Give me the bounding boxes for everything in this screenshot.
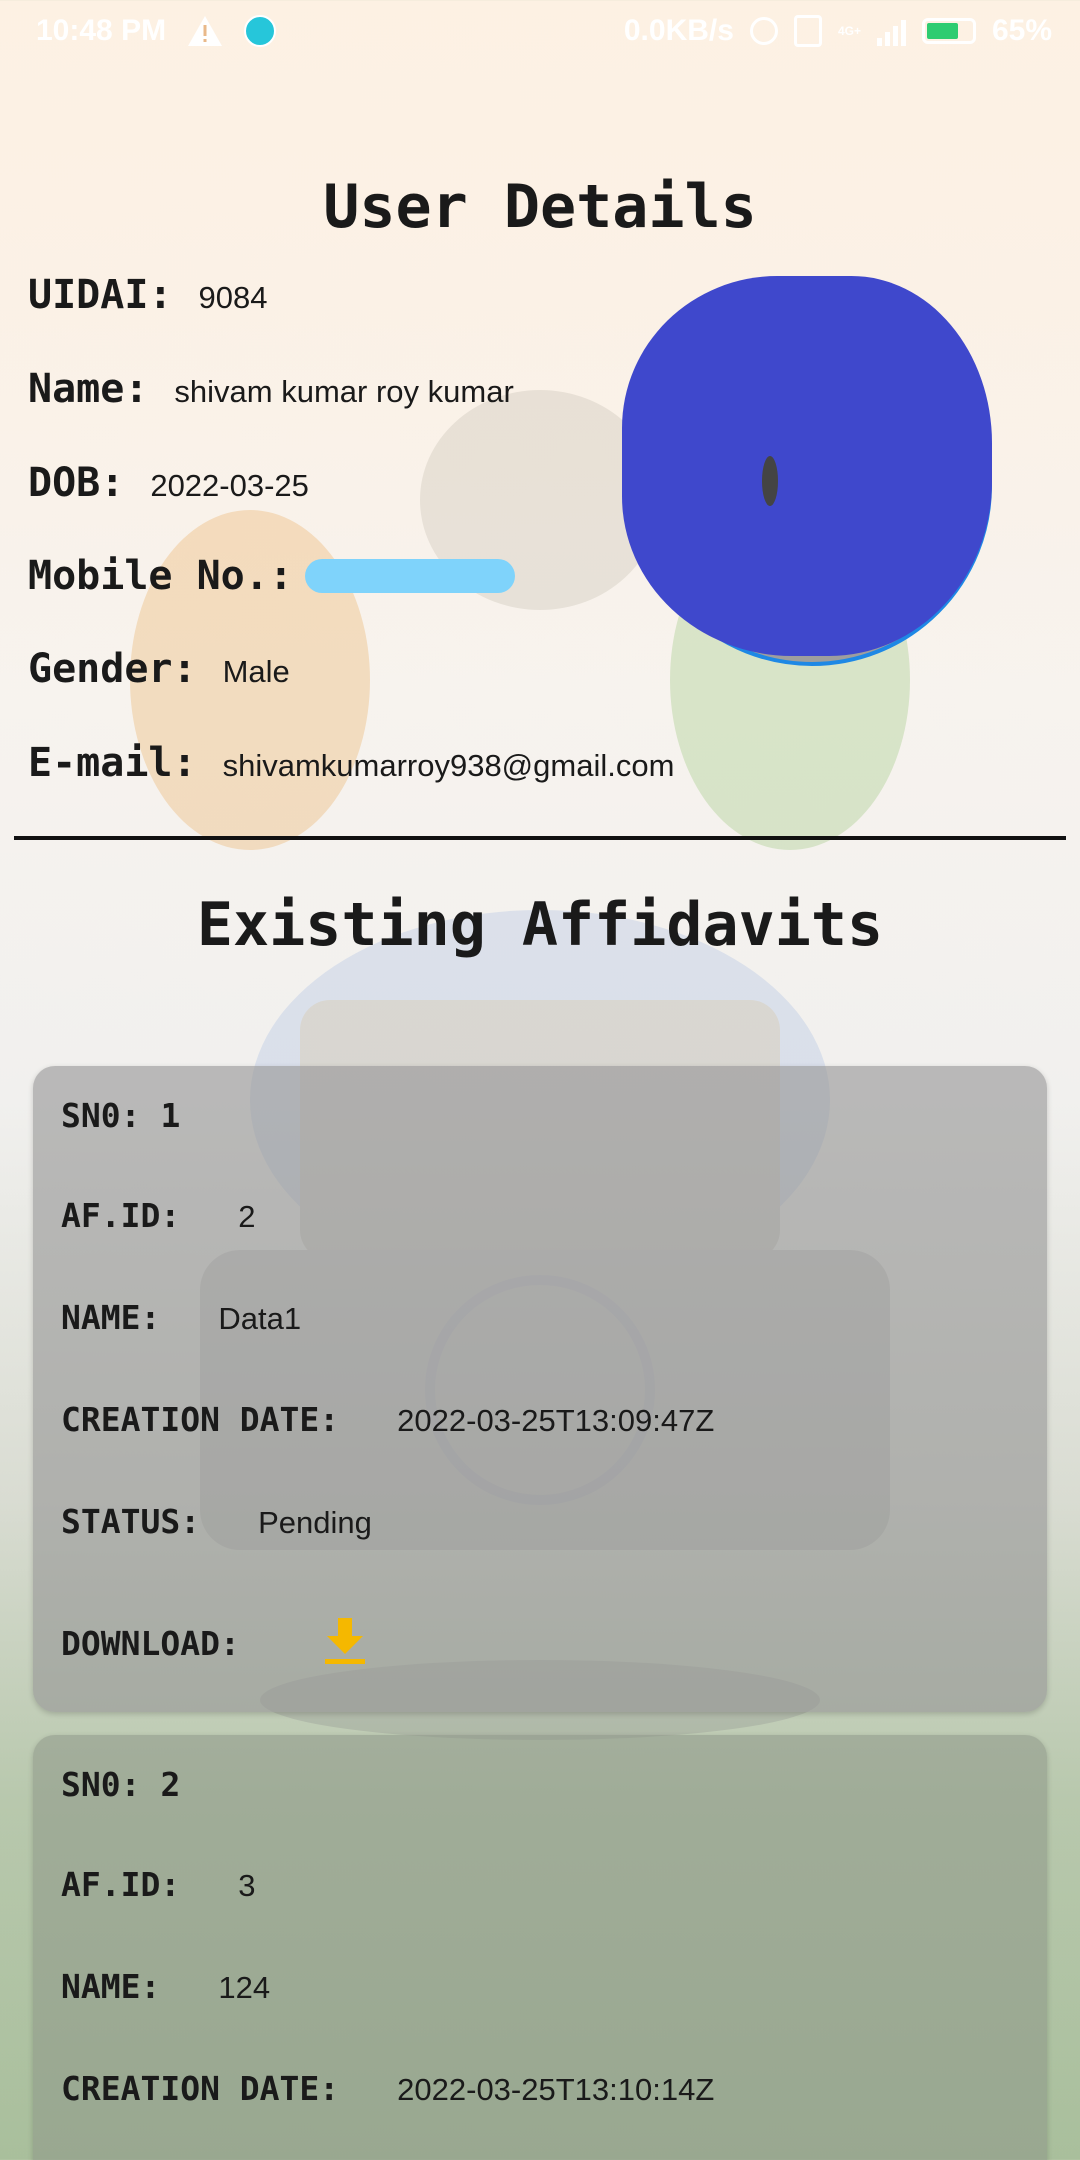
dob-value: 2022-03-25	[150, 468, 309, 503]
af-id-label: AF.ID:	[61, 1865, 181, 1904]
battery-icon	[921, 18, 976, 44]
email-field: E-mail: shivamkumarroy938@gmail.com	[28, 740, 674, 786]
sim-icon	[793, 15, 822, 47]
affidavit-date-row: CREATION DATE: 2022-03-25T13:09:47Z	[61, 1400, 714, 1439]
creation-date-value: 2022-03-25T13:10:14Z	[397, 2072, 715, 2107]
gender-field: Gender: Male	[28, 646, 290, 692]
affidavit-date-row: CREATION DATE: 2022-03-25T13:10:14Z	[61, 2069, 714, 2108]
mobile-label: Mobile No.:	[28, 553, 293, 599]
affidavit-sno-row: SN0: 1	[61, 1096, 180, 1135]
dob-label: DOB:	[28, 460, 125, 506]
download-icon[interactable]	[325, 1616, 365, 1666]
signal-icon	[876, 16, 906, 46]
name-label: Name:	[28, 366, 149, 412]
name-field: Name: shivam kumar roy kumar	[28, 366, 514, 412]
affidavit-id-row: AF.ID: 2	[61, 1196, 255, 1235]
status-value: Pending	[258, 1505, 372, 1540]
email-value: shivamkumarroy938@gmail.com	[222, 748, 675, 783]
af-id-value: 3	[238, 1868, 256, 1903]
uidai-value: 9084	[198, 280, 268, 315]
status-label: STATUS:	[61, 1502, 201, 1541]
affidavit-status-row: STATUS: Pending	[61, 1502, 372, 1541]
name-value: shivam kumar roy kumar	[174, 374, 514, 409]
uidai-field: UIDAI: 9084	[28, 272, 267, 318]
affidavit-card: SN0: 1 AF.ID: 2 NAME: Data1 CREATION DAT…	[33, 1066, 1047, 1712]
sno-value: 1	[160, 1096, 181, 1135]
affidavit-card: SN0: 2 AF.ID: 3 NAME: 124 CREATION DATE:…	[33, 1735, 1047, 2160]
affidavit-id-row: AF.ID: 3	[61, 1865, 255, 1904]
user-details-title: User Details	[323, 172, 757, 242]
section-divider	[14, 836, 1066, 840]
creation-date-value: 2022-03-25T13:09:47Z	[397, 1403, 715, 1438]
affidavit-name-value: 124	[218, 1970, 271, 2005]
existing-affidavits-title: Existing Affidavits	[196, 890, 884, 960]
af-id-value: 2	[238, 1199, 256, 1234]
creation-date-label: CREATION DATE:	[61, 1400, 340, 1439]
sno-value: 2	[160, 1765, 181, 1804]
uidai-label: UIDAI:	[28, 272, 173, 318]
alarm-icon	[749, 17, 778, 45]
network-speed: 0.0KB/s	[623, 14, 734, 47]
affidavit-name-row: NAME: 124	[61, 1967, 270, 2006]
gender-label: Gender:	[28, 646, 197, 692]
battery-percent: 65%	[991, 14, 1052, 47]
gender-value: Male	[222, 654, 290, 689]
dob-field: DOB: 2022-03-25	[28, 460, 309, 506]
sno-label: SN0:	[61, 1765, 141, 1804]
affidavit-name-row: NAME: Data1	[61, 1298, 301, 1337]
mobile-field: Mobile No.:	[28, 553, 515, 599]
affidavit-sno-row: SN0: 2	[61, 1765, 180, 1804]
status-time: 10:48 PM	[36, 14, 167, 47]
email-label: E-mail:	[28, 740, 197, 786]
network-type: 4G+	[837, 24, 861, 38]
status-bar: 10:48 PM 0.0KB/s 4G+ 65%	[0, 0, 1080, 66]
warning-icon	[188, 14, 223, 48]
affidavit-download-row: DOWNLOAD:	[61, 1624, 240, 1663]
mobile-redaction	[304, 559, 515, 593]
sno-label: SN0:	[61, 1096, 141, 1135]
creation-date-label: CREATION DATE:	[61, 2069, 340, 2108]
af-id-label: AF.ID:	[61, 1196, 181, 1235]
avatar-redaction	[622, 276, 992, 656]
affidavit-name-label: NAME:	[61, 1967, 161, 2006]
download-label: DOWNLOAD:	[61, 1624, 240, 1663]
affidavit-name-label: NAME:	[61, 1298, 161, 1337]
aperture-icon	[244, 15, 277, 47]
affidavit-name-value: Data1	[218, 1301, 302, 1336]
